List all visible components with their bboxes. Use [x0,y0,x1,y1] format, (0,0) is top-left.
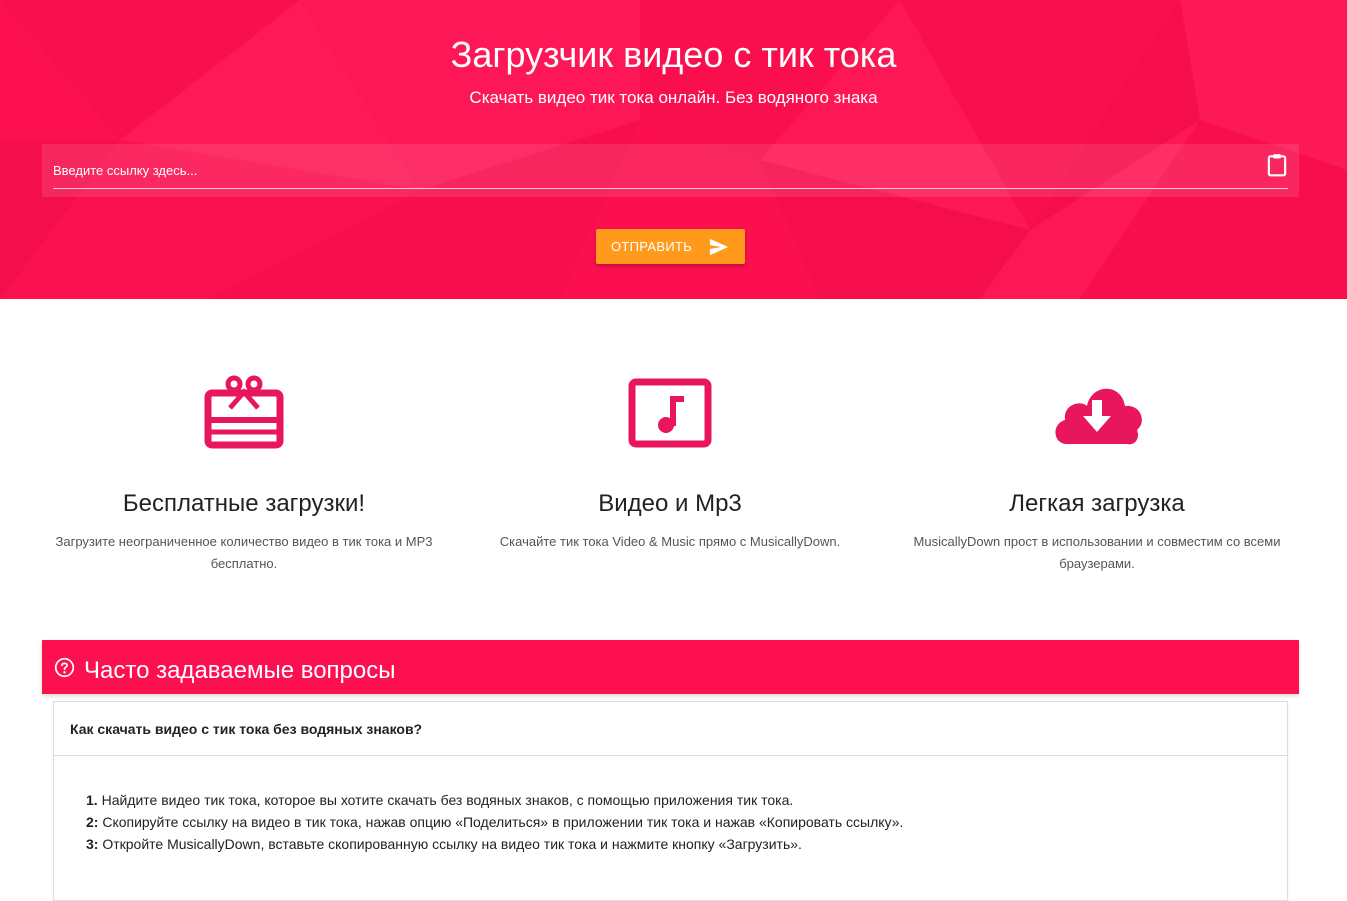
faq-title: Часто задаваемые вопросы [84,657,396,684]
faq-step: 1. Найдите видео тик тока, которое вы хо… [86,789,903,811]
faq-step: 3: Откройте MusicallyDown, вставьте скоп… [86,833,903,855]
hero-banner: Загрузчик видео с тик тока Скачать видео… [0,0,1347,299]
question-circle-icon [54,657,75,678]
submit-button-label: ОТПРАВИТЬ [611,239,693,254]
step-text: Найдите видео тик тока, которое вы хотит… [101,792,794,808]
submit-button[interactable]: ОТПРАВИТЬ [596,229,745,264]
step-number: 1. [86,792,98,808]
faq-item: Как скачать видео с тик тока без водяных… [53,701,1288,901]
url-input-container [42,144,1299,197]
clipboard-icon [1267,154,1287,177]
url-input[interactable] [53,152,1288,189]
faq-step: 2: Скопируйте ссылку на видео в тик тока… [86,811,903,833]
faq-question: Как скачать видео с тик тока без водяных… [70,721,423,737]
feature-title: Видео и Mp3 [598,490,742,517]
feature-description: MusicallyDown прост в использовании и со… [913,534,1281,571]
page-title: Загрузчик видео с тик тока [450,34,897,75]
faq-question-toggle[interactable]: Как скачать видео с тик тока без водяных… [54,702,1287,756]
faq-header: Часто задаваемые вопросы [42,640,1299,694]
feature-description: Загрузите неограниченное количество виде… [55,534,433,571]
cloud-download-icon [1055,388,1142,445]
feature-title: Бесплатные загрузки! [122,490,366,517]
faq-answer-steps: 1. Найдите видео тик тока, которое вы хо… [86,789,903,855]
paste-button[interactable] [1264,152,1290,178]
page-subtitle: Скачать видео тик тока онлайн. Без водян… [469,88,878,107]
step-text: Скопируйте ссылку на видео в тик тока, н… [102,814,904,830]
feature-title: Легкая загрузка [1009,490,1185,517]
step-text: Откройте MusicallyDown, вставьте скопиро… [102,836,802,852]
gift-card-icon [204,375,284,449]
feature-description: Скачайте тик тока Video & Music прямо с … [499,534,841,549]
step-number: 2: [86,814,99,830]
music-note-box-icon [628,378,712,448]
step-number: 3: [86,836,99,852]
send-icon [709,238,729,256]
